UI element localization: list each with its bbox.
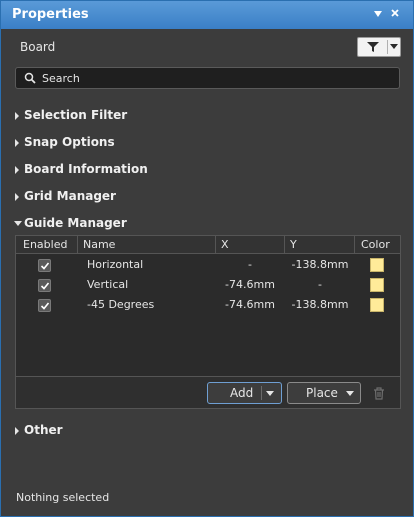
enabled-checkbox[interactable]: [38, 259, 51, 272]
close-icon[interactable]: [390, 7, 400, 21]
column-separator[interactable]: [284, 236, 285, 254]
guide-y[interactable]: -138.8mm: [285, 298, 355, 311]
enabled-checkbox[interactable]: [38, 299, 51, 312]
grid-header: Enabled Name X Y Color: [16, 236, 400, 254]
chevron-right-icon: [15, 139, 19, 147]
chevron-right-icon: [15, 112, 19, 120]
chevron-right-icon: [15, 166, 19, 174]
column-header-color[interactable]: Color: [361, 238, 390, 251]
section-selection-filter[interactable]: Selection Filter: [15, 107, 135, 125]
guide-x[interactable]: -: [216, 258, 284, 271]
table-row[interactable]: Horizontal - -138.8mm: [16, 255, 400, 275]
guide-name[interactable]: Vertical: [87, 278, 128, 291]
place-guide-button[interactable]: Place: [287, 382, 361, 404]
guide-color-swatch[interactable]: [370, 258, 384, 272]
section-label: Other: [24, 423, 63, 437]
chevron-down-icon[interactable]: [266, 391, 274, 396]
section-board-information[interactable]: Board Information: [15, 161, 148, 179]
guide-y[interactable]: -138.8mm: [285, 258, 355, 271]
column-header-x[interactable]: X: [221, 238, 229, 251]
table-row[interactable]: -45 Degrees -74.6mm -138.8mm: [16, 295, 400, 315]
guide-color-swatch[interactable]: [370, 298, 384, 312]
guide-x[interactable]: -74.6mm: [216, 298, 284, 311]
panel-title: Properties: [12, 7, 89, 22]
status-text: Nothing selected: [16, 491, 110, 504]
chevron-down-icon[interactable]: [346, 391, 354, 396]
button-separator: [261, 386, 262, 400]
properties-panel: Properties Board Selection Filter Snap O…: [0, 0, 414, 517]
section-grid-manager[interactable]: Grid Manager: [15, 188, 135, 206]
guide-y[interactable]: -: [285, 278, 355, 291]
selection-filter-button[interactable]: [357, 37, 401, 57]
add-button-label: Add: [230, 386, 254, 400]
guide-x[interactable]: -74.6mm: [216, 278, 284, 291]
section-label: Grid Manager: [24, 189, 116, 203]
table-row[interactable]: Vertical -74.6mm -: [16, 275, 400, 295]
guide-manager-grid: Enabled Name X Y Color Horizontal - -138…: [15, 235, 401, 409]
guide-manager-toolbar: Add Place: [16, 376, 400, 408]
chevron-down-icon[interactable]: [390, 44, 398, 49]
section-label: Selection Filter: [24, 108, 128, 122]
object-type-label: Board: [20, 40, 56, 54]
guide-name[interactable]: -45 Degrees: [87, 298, 154, 311]
place-button-label: Place: [306, 386, 338, 400]
trash-icon[interactable]: [373, 387, 385, 403]
column-header-name[interactable]: Name: [83, 238, 115, 251]
section-label: Snap Options: [24, 135, 115, 149]
panel-titlebar[interactable]: Properties: [1, 1, 413, 29]
column-header-enabled[interactable]: Enabled: [23, 238, 67, 251]
chevron-down-icon: [14, 221, 22, 226]
filter-icon: [366, 41, 380, 56]
search-box[interactable]: [15, 67, 400, 89]
pin-icon[interactable]: [373, 8, 383, 22]
column-header-y[interactable]: Y: [290, 238, 297, 251]
column-separator[interactable]: [354, 236, 355, 254]
filter-button-separator: [387, 40, 388, 54]
column-separator[interactable]: [77, 236, 78, 254]
chevron-right-icon: [15, 193, 19, 201]
section-label: Guide Manager: [24, 216, 127, 230]
section-other[interactable]: Other: [15, 422, 135, 440]
chevron-right-icon: [15, 427, 19, 435]
search-input[interactable]: [42, 70, 382, 86]
column-separator[interactable]: [215, 236, 216, 254]
section-label: Board Information: [24, 162, 148, 176]
add-guide-button[interactable]: Add: [207, 382, 282, 404]
section-guide-manager[interactable]: Guide Manager: [14, 215, 135, 233]
section-snap-options[interactable]: Snap Options: [15, 134, 135, 152]
search-icon: [24, 72, 36, 87]
guide-name[interactable]: Horizontal: [87, 258, 143, 271]
guide-color-swatch[interactable]: [370, 278, 384, 292]
enabled-checkbox[interactable]: [38, 279, 51, 292]
